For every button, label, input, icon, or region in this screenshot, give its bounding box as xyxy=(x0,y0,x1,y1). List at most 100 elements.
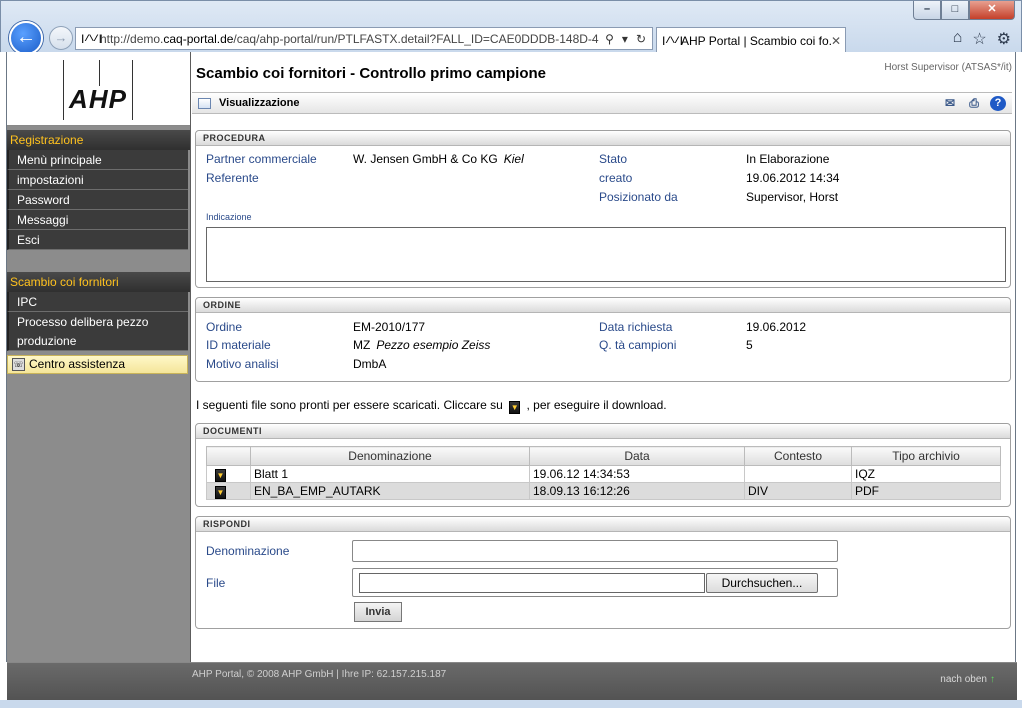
posizionato-label: Posizionato da xyxy=(599,190,678,204)
doc-context: DIV xyxy=(744,482,852,500)
partner-label: Partner commerciale xyxy=(206,152,317,166)
minimize-button[interactable]: – xyxy=(913,1,941,20)
arrow-left-icon: ← xyxy=(16,26,36,48)
download-icon: ▼ xyxy=(509,401,521,414)
referente-label: Referente xyxy=(206,171,259,185)
help-center-label: Centro assistenza xyxy=(29,357,126,371)
ordine-label: Ordine xyxy=(206,320,243,334)
print-icon[interactable]: ⎙ xyxy=(966,96,982,111)
documents-table: Denominazione Data Contesto Tipo archivi… xyxy=(206,446,1001,500)
search-icon[interactable]: ⚲ xyxy=(605,32,614,46)
close-window-button[interactable]: ✕ xyxy=(969,1,1015,20)
file-label: File xyxy=(206,576,226,590)
doc-type: PDF xyxy=(851,482,1001,500)
sidebar-section-registrazione: Registrazione xyxy=(7,130,190,150)
sidebar-item-esci[interactable]: Esci xyxy=(7,230,188,250)
col-header-tipo-archivio[interactable]: Tipo archivio xyxy=(851,446,1001,466)
send-button[interactable]: Invia xyxy=(354,602,402,622)
sidebar-help-center[interactable]: ☏ Centro assistenza xyxy=(7,355,188,374)
sidebar-list-scambio: IPC Processo delibera pezzo produzione xyxy=(7,292,188,351)
ahp-logo: AHP xyxy=(63,60,133,120)
favorites-star-icon[interactable]: ☆ xyxy=(972,29,986,49)
tab-close-icon[interactable]: ✕ xyxy=(831,34,845,48)
stato-value: In Elaborazione xyxy=(746,152,830,166)
address-bar[interactable]: |/\/| http://demo.caq-portal.de/caq/ahp-… xyxy=(75,27,653,50)
sidebar-item-ipc[interactable]: IPC xyxy=(7,292,188,312)
refresh-icon[interactable]: ↻ xyxy=(636,32,646,46)
url-text: http://demo.caq-portal.de/caq/ahp-portal… xyxy=(100,31,600,46)
panel-heading-documenti: DOCUMENTI xyxy=(196,424,1010,439)
motivo-label: Motivo analisi xyxy=(206,357,279,371)
creato-label: creato xyxy=(599,171,633,185)
file-upload-group: Durchsuchen... xyxy=(352,568,838,597)
col-header-icon xyxy=(206,446,251,466)
download-info: I seguenti file sono pronti per essere s… xyxy=(196,398,667,414)
panel-rispondi: RISPONDI Denominazione File Durchsuchen.… xyxy=(195,516,1011,629)
sidebar-item-password[interactable]: Password xyxy=(7,190,188,210)
sidebar: AHP Registrazione Menù principale impost… xyxy=(7,52,191,662)
denominazione-input[interactable] xyxy=(352,540,838,562)
col-header-denominazione[interactable]: Denominazione xyxy=(250,446,530,466)
col-header-contesto[interactable]: Contesto xyxy=(744,446,852,466)
panel-heading-procedura: PROCEDURA xyxy=(196,131,1010,146)
posizionato-value: Supervisor, Horst xyxy=(746,190,839,204)
view-window-icon xyxy=(198,97,211,109)
window-controls: – □ ✕ xyxy=(913,1,1015,20)
panel-ordine: ORDINE Ordine EM-2010/177 ID materiale M… xyxy=(195,297,1011,382)
mail-icon[interactable]: ✉ xyxy=(942,96,958,111)
arrow-right-icon: → xyxy=(54,30,68,45)
doc-name: EN_BA_EMP_AUTARK xyxy=(250,482,530,500)
page-title: Scambio coi fornitori - Controllo primo … xyxy=(196,65,547,82)
materiale-label: ID materiale xyxy=(206,338,271,352)
back-button[interactable]: ← xyxy=(9,21,43,55)
logo-area: AHP xyxy=(7,52,190,126)
denominazione-label: Denominazione xyxy=(206,544,290,558)
maximize-button[interactable]: □ xyxy=(941,1,969,20)
doc-type: IQZ xyxy=(851,465,1001,483)
panel-procedura: PROCEDURA Partner commerciale W. Jensen … xyxy=(195,130,1011,288)
doc-name: Blatt 1 xyxy=(250,465,530,483)
table-row: ▼ Blatt 1 19.06.12 14:34:53 IQZ xyxy=(206,465,1001,483)
help-icon[interactable]: ? xyxy=(990,96,1006,111)
tab-favicon-icon: |/\/| xyxy=(661,35,684,46)
page: AHP Registrazione Menù principale impost… xyxy=(6,52,1017,708)
table-row: ▼ EN_BA_EMP_AUTARK 18.09.13 16:12:26 DIV… xyxy=(206,482,1001,500)
download-icon[interactable]: ▼ xyxy=(215,486,226,499)
doc-context xyxy=(744,465,852,483)
gear-icon[interactable]: ⚙ xyxy=(997,29,1011,49)
main-content: Scambio coi fornitori - Controllo primo … xyxy=(192,52,1014,662)
sidebar-item-menu-principale[interactable]: Menù principale xyxy=(7,150,188,170)
window-bottom-border xyxy=(0,700,1022,708)
col-header-data[interactable]: Data xyxy=(529,446,745,466)
arrow-up-icon: ↑ xyxy=(990,674,995,685)
creato-value: 19.06.2012 14:34 xyxy=(746,171,840,185)
user-info: Horst Supervisor (ATSAS*/it) xyxy=(884,62,1012,73)
file-path-input[interactable] xyxy=(359,573,705,593)
sidebar-item-processo-delibera[interactable]: Processo delibera pezzo produzione xyxy=(7,312,188,351)
ordine-value: EM-2010/177 xyxy=(353,320,426,334)
forward-button[interactable]: → xyxy=(49,26,73,50)
stato-label: Stato xyxy=(599,152,628,166)
browse-button[interactable]: Durchsuchen... xyxy=(706,573,818,593)
doc-date: 18.09.13 16:12:26 xyxy=(529,482,745,500)
panel-heading-rispondi: RISPONDI xyxy=(196,517,1010,532)
sidebar-list-registrazione: Menù principale impostazioni Password Me… xyxy=(7,150,188,250)
dropdown-icon[interactable]: ▾ xyxy=(622,32,628,46)
qta-campioni-label: Q. tà campioni xyxy=(599,338,677,352)
partner-value: W. Jensen GmbH & Co KG Kiel xyxy=(353,152,524,166)
footer-copyright: AHP Portal, © 2008 AHP GmbH | Ihre IP: 6… xyxy=(192,669,447,680)
home-icon[interactable]: ⌂ xyxy=(953,29,963,49)
sidebar-item-messaggi[interactable]: Messaggi xyxy=(7,210,188,230)
back-to-top-link[interactable]: nach oben ↑ xyxy=(940,674,995,685)
tab-title: AHP Portal | Scambio coi fo... xyxy=(681,33,831,48)
sidebar-section-scambio: Scambio coi fornitori xyxy=(7,272,190,292)
browser-tab[interactable]: |/\/| AHP Portal | Scambio coi fo... ✕ xyxy=(656,27,846,53)
view-label: Visualizzazione xyxy=(219,97,300,109)
data-richiesta-label: Data richiesta xyxy=(599,320,673,334)
doc-date: 19.06.12 14:34:53 xyxy=(529,465,745,483)
sidebar-item-impostazioni[interactable]: impostazioni xyxy=(7,170,188,190)
phone-icon: ☏ xyxy=(12,358,25,371)
download-icon[interactable]: ▼ xyxy=(215,469,226,482)
panel-heading-ordine: ORDINE xyxy=(196,298,1010,313)
indicazione-label: Indicazione xyxy=(206,212,252,222)
